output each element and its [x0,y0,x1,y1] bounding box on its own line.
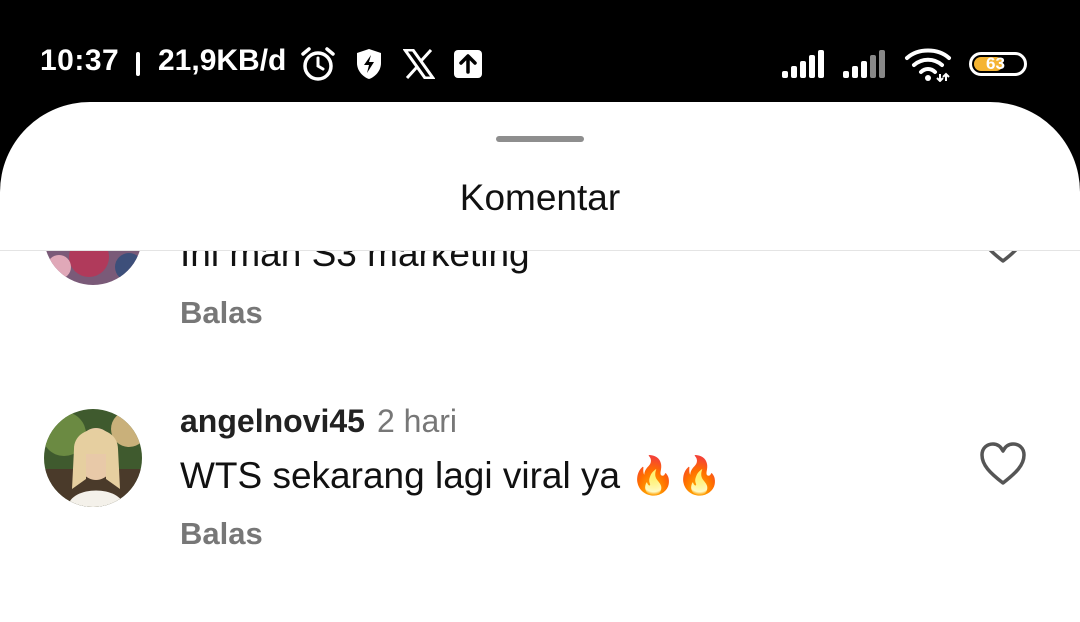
heart-icon[interactable] [978,441,1028,487]
reply-button[interactable]: Balas [180,516,263,552]
shield-bolt-icon [352,44,386,84]
signal-icon [780,44,830,84]
battery-icon: 63 [966,44,1030,84]
sheet-title: Komentar [459,177,621,218]
battery-level: 63 [986,54,1005,73]
signal-icon [840,44,892,84]
status-bar: 10:37 21,9KB/d 63 [0,0,1080,110]
avatar[interactable] [44,409,142,507]
status-time: 10:37 [40,44,120,77]
username-text[interactable]: angelnovi45 [180,403,365,439]
heart-icon[interactable] [978,251,1028,265]
drag-handle[interactable] [496,136,584,142]
comments-sheet: Komentar Ini man S3 marketing Balas ange… [0,102,1080,622]
comment-text: Ini man S3 marketing [180,251,530,274]
alarm-icon [298,44,338,84]
x-logo-icon [400,44,438,84]
upload-icon [452,44,484,84]
comment-username[interactable]: angelnovi45 2 hari [180,403,457,440]
status-separator [136,52,140,76]
avatar[interactable] [44,251,142,285]
wifi-icon [902,44,954,84]
comments-list[interactable]: Ini man S3 marketing Balas angelnovi45 2… [0,251,1080,622]
comment-text: WTS sekarang lagi viral ya 🔥🔥 [180,455,723,496]
reply-button[interactable]: Balas [180,295,263,331]
comment-time: 2 hari [376,403,457,439]
network-speed: 21,9KB/d [158,44,287,77]
